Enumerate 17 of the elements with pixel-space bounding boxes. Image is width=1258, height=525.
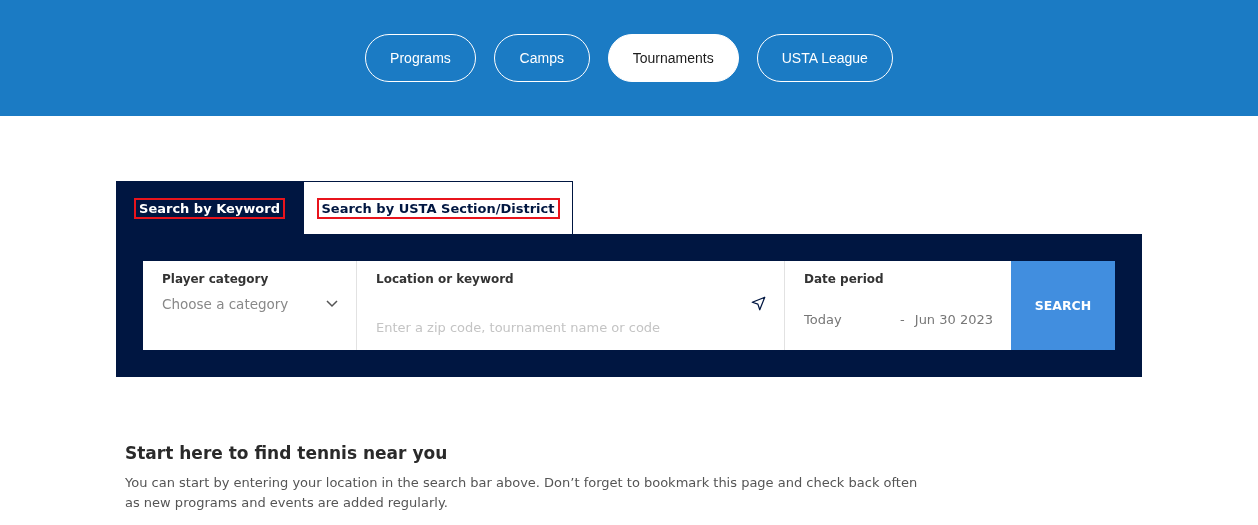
- tab-label: Search by USTA Section/District: [316, 197, 560, 219]
- search-tab[interactable]: Search by USTA Section/District: [303, 181, 573, 234]
- intro-paragraph: You can start by entering your location in the search bar above. Don’t forget to bookmark this page and check back often as new programs and events are added regularly.: [125, 474, 919, 512]
- tab-label: Search by Keyword: [134, 197, 285, 219]
- search-tab[interactable]: Search by Keyword: [116, 181, 303, 234]
- navigation-arrow-icon[interactable]: [751, 296, 766, 311]
- date-to[interactable]: Jun 30 2023: [914, 312, 993, 327]
- date-from[interactable]: Today: [804, 312, 842, 327]
- field-label: Player category: [162, 272, 270, 286]
- section-heading: Start here to find tennis near you: [125, 443, 449, 463]
- field-label: Date period: [804, 272, 885, 286]
- search-button[interactable]: SEARCH: [1011, 261, 1115, 350]
- chevron-down-icon: [326, 300, 338, 308]
- category-dropdown[interactable]: Choose a category: [162, 296, 338, 312]
- field-label: Location or keyword: [376, 272, 515, 286]
- date-separator: -: [900, 312, 905, 327]
- nav-pill[interactable]: Tournaments: [607, 34, 739, 82]
